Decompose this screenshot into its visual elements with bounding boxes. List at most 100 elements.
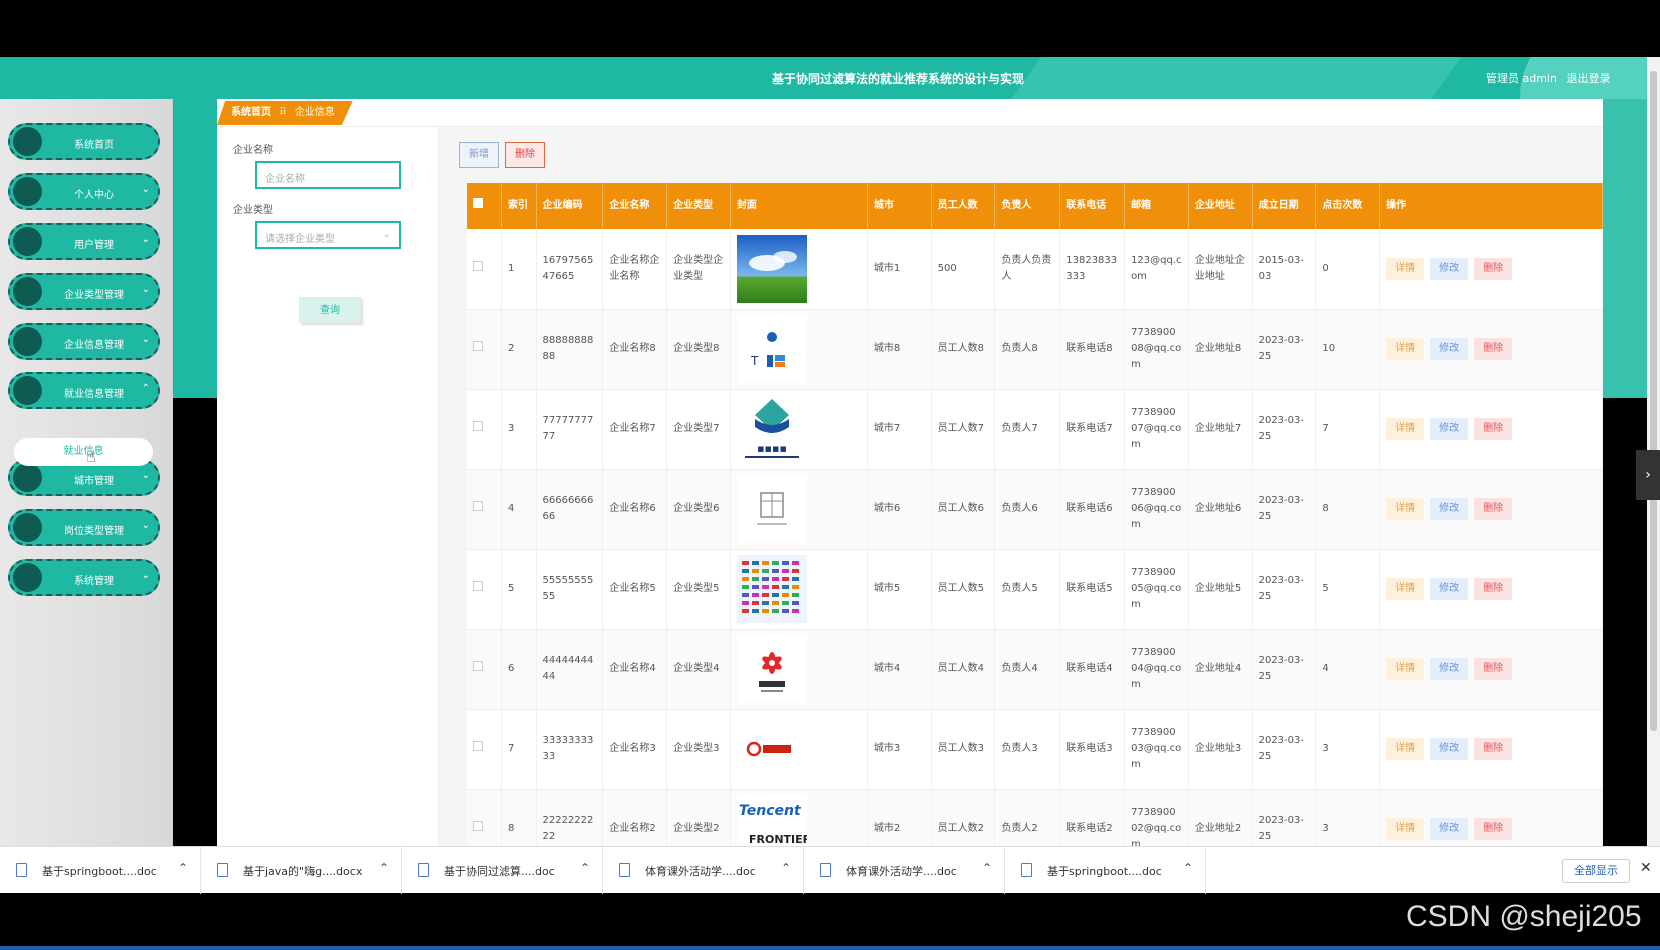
edit-button[interactable]: 修改 bbox=[1430, 498, 1469, 520]
company-name-input[interactable]: 企业名称 bbox=[255, 161, 401, 189]
edit-button[interactable]: 修改 bbox=[1430, 257, 1469, 280]
chevron-up-icon[interactable]: ⌃ bbox=[781, 861, 791, 875]
table-row[interactable]: 5 5555555555 企业名称5 企业类型5 城市5 员工人数5 负责人5 联系电话5 77… bbox=[467, 549, 1603, 630]
sidebar-item[interactable]: 个人中心 ⌄ bbox=[8, 173, 160, 210]
email-cell: 773890008@qq.com bbox=[1124, 309, 1189, 390]
chevron-up-icon[interactable]: ⌃ bbox=[580, 861, 590, 875]
download-item[interactable]: 基于springboot....doc ⌃ bbox=[0, 847, 201, 894]
query-button[interactable]: 查询 bbox=[299, 297, 361, 323]
add-button[interactable]: 新增 bbox=[459, 142, 499, 168]
company-type-select[interactable]: 请选择企业类型 ⌄ bbox=[255, 221, 401, 249]
owner-cell: 负责人3 bbox=[994, 709, 1061, 790]
detail-button[interactable]: 详情 bbox=[1386, 738, 1425, 760]
table-row[interactable]: 2 8888888888 企业名称8 企业类型8 T 城市8 员工人数8 负责人8 联系电话8 7… bbox=[467, 309, 1603, 390]
sidebar-item[interactable]: 系统管理 ⌄ bbox=[8, 559, 160, 596]
detail-button[interactable]: 详情 bbox=[1386, 578, 1425, 600]
table-row[interactable]: 3 7777777777 企业名称7 企业类型7 ▪▪▪▪ 城市7 员工人数7 负责人7 联系电… bbox=[467, 389, 1603, 470]
sidebar-item[interactable]: 企业类型管理 ⌄ bbox=[8, 273, 160, 310]
main-content: 系统首页 ⠿ 企业信息 企业名称 企业名称 企业类型 请选择企业类型 ⌄ 查询 … bbox=[217, 99, 1603, 846]
actions-cell: 详情 修改 删除 bbox=[1379, 389, 1603, 470]
sidebar-item[interactable]: 系统首页 bbox=[8, 123, 160, 160]
sidebar-item[interactable]: 岗位类型管理 ⌄ bbox=[8, 509, 160, 546]
scrollbar-thumb[interactable] bbox=[1650, 71, 1657, 731]
menu-knob bbox=[13, 513, 42, 542]
detail-button[interactable]: 详情 bbox=[1386, 257, 1425, 280]
edit-button[interactable]: 修改 bbox=[1430, 338, 1469, 360]
table-row[interactable]: 7 3333333333 企业名称3 企业类型3 城市3 员工人数3 负责人3 联系电话3 77… bbox=[467, 709, 1603, 790]
row-checkbox[interactable] bbox=[473, 260, 483, 271]
cover-cell: Tencent FRONTIER bbox=[730, 789, 868, 846]
row-checkbox[interactable] bbox=[473, 341, 483, 351]
delete-button[interactable]: 删除 bbox=[1474, 578, 1513, 600]
row-checkbox[interactable] bbox=[473, 741, 483, 751]
table-header-row: 索引 企业编码 企业名称 企业类型 封面 城市 员工人数 负责人 联系电话 邮箱 企业地址 成立日期点… bbox=[467, 183, 1603, 229]
row-checkbox[interactable] bbox=[473, 501, 483, 511]
email-cell: 773890002@qq.com bbox=[1124, 789, 1189, 846]
row-checkbox[interactable] bbox=[473, 821, 483, 831]
email-cell: 773890004@qq.com bbox=[1124, 629, 1189, 710]
delete-button[interactable]: 删除 bbox=[1474, 498, 1513, 520]
chevron-right-icon[interactable]: › bbox=[1636, 450, 1660, 500]
svg-text:FRONTIER: FRONTIER bbox=[749, 833, 807, 846]
chevron-up-icon[interactable]: ⌃ bbox=[982, 861, 992, 875]
delete-button[interactable]: 删除 bbox=[1474, 658, 1513, 680]
detail-button[interactable]: 详情 bbox=[1386, 658, 1425, 680]
chevron-up-icon[interactable]: ⌃ bbox=[178, 861, 188, 875]
delete-button[interactable]: 删除 bbox=[1474, 257, 1513, 280]
table-row[interactable]: 8 2222222222 企业名称2 企业类型2 Tencent FRONTIER 城市2 员… bbox=[467, 789, 1603, 846]
sidebar-item[interactable]: 用户管理 ⌄ bbox=[8, 223, 160, 260]
table-row[interactable]: 6 4444444444 企业名称4 企业类型4 城市4 员工人数4 负责人4 联系电话4 77… bbox=[467, 629, 1603, 710]
name-cell: 企业名称6 bbox=[602, 469, 668, 550]
download-item[interactable]: 基于协同过滤算....doc ⌃ bbox=[402, 847, 603, 894]
select-all-checkbox[interactable] bbox=[473, 198, 483, 208]
edit-button[interactable]: 修改 bbox=[1430, 658, 1469, 680]
user-info: 管理员 admin 退出登录 bbox=[1480, 70, 1610, 86]
date-cell: 2023-03-25 bbox=[1252, 549, 1317, 630]
edit-button[interactable]: 修改 bbox=[1430, 578, 1469, 600]
download-item[interactable]: 基于java的"嗨g....docx ⌃ bbox=[201, 847, 402, 894]
column-header: 负责人 bbox=[994, 183, 1061, 229]
detail-button[interactable]: 详情 bbox=[1386, 418, 1425, 440]
edit-button[interactable]: 修改 bbox=[1430, 418, 1469, 440]
delete-button[interactable]: 删除 bbox=[1474, 738, 1513, 760]
download-item[interactable]: 体育课外活动学....doc ⌃ bbox=[603, 847, 804, 894]
chevron-up-icon[interactable]: ⌃ bbox=[1183, 861, 1193, 875]
download-item[interactable]: 基于springboot....doc ⌃ bbox=[1005, 847, 1206, 894]
delete-button[interactable]: 删除 bbox=[1474, 418, 1513, 440]
row-checkbox[interactable] bbox=[473, 581, 483, 591]
company-table: 索引 企业编码 企业名称 企业类型 封面 城市 员工人数 负责人 联系电话 邮箱 企业地址 成立日期点… bbox=[467, 183, 1603, 846]
download-filename: 基于springboot....doc bbox=[1047, 865, 1162, 878]
sidebar-item[interactable]: 企业信息管理 ⌄ bbox=[8, 323, 160, 360]
sidebar-item-label: 系统管理 bbox=[74, 576, 114, 587]
type-cell: 企业类型4 bbox=[666, 629, 731, 710]
city-cell: 城市6 bbox=[867, 469, 932, 550]
delete-button[interactable]: 删除 bbox=[1474, 818, 1513, 840]
show-all-button[interactable]: 全部显示 bbox=[1562, 859, 1630, 883]
index-cell: 2 bbox=[501, 309, 537, 390]
menu-knob bbox=[13, 376, 42, 405]
cover-image bbox=[736, 234, 807, 303]
detail-button[interactable]: 详情 bbox=[1386, 498, 1425, 520]
logout-link[interactable]: 退出登录 bbox=[1566, 72, 1610, 85]
table-row[interactable]: 4 6666666666 企业名称6 企业类型6 城市6 员工人数6 负责人6 联系电话6 77… bbox=[467, 469, 1603, 550]
owner-cell: 负责人4 bbox=[994, 629, 1061, 710]
actions-cell: 详情 修改 删除 bbox=[1379, 709, 1603, 790]
sidebar-item[interactable]: 就业信息管理 ⌃ bbox=[8, 372, 160, 409]
detail-button[interactable]: 详情 bbox=[1386, 338, 1425, 360]
row-checkbox[interactable] bbox=[473, 661, 483, 671]
close-icon[interactable]: ✕ bbox=[1640, 860, 1652, 876]
breadcrumb-home[interactable]: 系统首页 bbox=[231, 107, 271, 118]
download-item[interactable]: 体育课外活动学....doc ⌃ bbox=[804, 847, 1005, 894]
batch-delete-button[interactable]: 删除 bbox=[505, 142, 545, 168]
table-row[interactable]: 1 1679756547665 企业名称企业名称 企业类型企业类型 城市1 500 负责人负… bbox=[467, 229, 1603, 310]
detail-button[interactable]: 详情 bbox=[1386, 818, 1425, 840]
row-select-cell bbox=[467, 229, 502, 310]
delete-button[interactable]: 删除 bbox=[1474, 338, 1513, 360]
svg-text:▪▪▪▪: ▪▪▪▪ bbox=[757, 442, 787, 455]
chevron-up-icon[interactable]: ⌃ bbox=[379, 861, 389, 875]
edit-button[interactable]: 修改 bbox=[1430, 818, 1469, 840]
chevron-up-icon: ⌃ bbox=[141, 383, 150, 394]
sidebar-subitem-employment-info[interactable]: 就业信息 bbox=[14, 438, 153, 466]
edit-button[interactable]: 修改 bbox=[1430, 738, 1469, 760]
row-checkbox[interactable] bbox=[473, 421, 483, 431]
